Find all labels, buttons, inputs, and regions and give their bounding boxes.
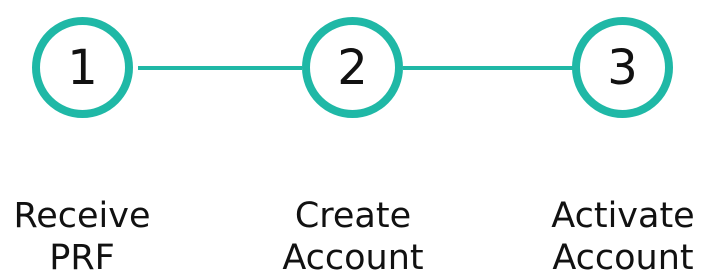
step-2-label: Create Account (268, 195, 438, 279)
step-3-label-line-1: Activate (551, 196, 695, 236)
step-3-label: Activate Account (538, 195, 705, 279)
step-2-label-line-2: Account (282, 238, 424, 278)
step-3-number: 3 (607, 39, 638, 96)
step-1-circle: 1 (32, 17, 133, 118)
connector-line-1-2 (138, 66, 302, 70)
step-1-label-line-2: PRF (49, 238, 115, 278)
process-stepper: 1 2 3 Receive PRF Create Account Activat… (0, 0, 705, 278)
step-1-number: 1 (67, 39, 98, 96)
step-2-label-line-1: Create (294, 196, 412, 236)
step-2-number: 2 (337, 39, 368, 96)
step-3-label-line-2: Account (552, 238, 694, 278)
step-1-label: Receive PRF (0, 195, 167, 279)
connector-line-2-3 (403, 66, 575, 70)
step-1-label-line-1: Receive (13, 196, 151, 236)
step-3-circle: 3 (572, 17, 673, 118)
step-2-circle: 2 (302, 17, 403, 118)
